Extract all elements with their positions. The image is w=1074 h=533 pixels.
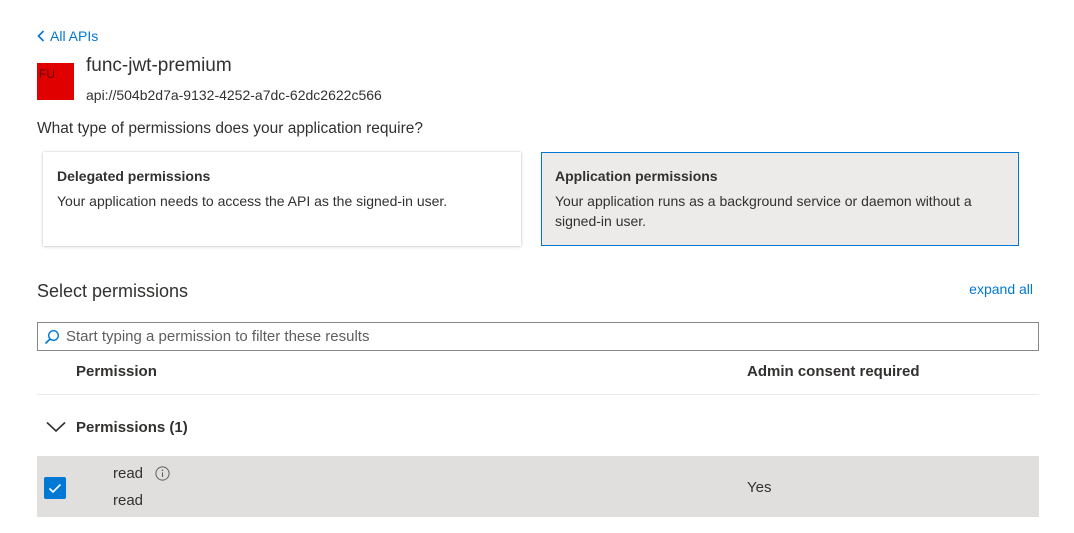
chevron-left-icon bbox=[37, 30, 45, 42]
card-title: Delegated permissions bbox=[57, 168, 211, 184]
column-header-admin-consent[interactable]: Admin consent required bbox=[747, 363, 920, 380]
section-title: Select permissions bbox=[37, 281, 189, 301]
permission-search-box[interactable] bbox=[37, 322, 1039, 351]
info-icon[interactable] bbox=[155, 466, 170, 481]
header-divider bbox=[37, 394, 1039, 395]
delegated-permissions-card[interactable]: Delegated permissions Your application n… bbox=[43, 152, 521, 246]
admin-consent-value: Yes bbox=[747, 479, 772, 496]
card-description: Your application runs as a background se… bbox=[555, 193, 972, 229]
back-link-label: All APIs bbox=[50, 28, 99, 44]
permission-type-question: What type of permissions does your appli… bbox=[37, 120, 423, 137]
expand-all-link[interactable]: expand all bbox=[969, 281, 1033, 297]
checkmark-icon bbox=[48, 483, 62, 493]
search-icon bbox=[44, 329, 60, 344]
app-logo: FU bbox=[37, 63, 74, 100]
permission-name: read bbox=[113, 465, 144, 482]
permission-description: read bbox=[113, 492, 144, 509]
table-row[interactable] bbox=[37, 456, 1039, 517]
card-title: Application permissions bbox=[555, 168, 718, 184]
permission-name-cell: read bbox=[113, 465, 170, 482]
permission-group-label: Permissions (1) bbox=[76, 418, 188, 436]
permission-group-toggle[interactable]: Permissions (1) bbox=[37, 412, 188, 442]
permission-search-input[interactable] bbox=[66, 328, 1026, 345]
card-description: Your application needs to access the API… bbox=[57, 193, 448, 209]
application-permissions-card[interactable]: Application permissions Your application… bbox=[541, 152, 1019, 246]
back-to-all-apis-link[interactable]: All APIs bbox=[37, 26, 98, 46]
app-uri: api://504b2d7a-9132-4252-a7dc-62dc2622c5… bbox=[86, 87, 382, 103]
app-name: func-jwt-premium bbox=[86, 55, 232, 76]
chevron-down-icon bbox=[46, 421, 66, 433]
permission-checkbox[interactable] bbox=[44, 477, 66, 499]
column-header-permission[interactable]: Permission bbox=[76, 363, 157, 380]
